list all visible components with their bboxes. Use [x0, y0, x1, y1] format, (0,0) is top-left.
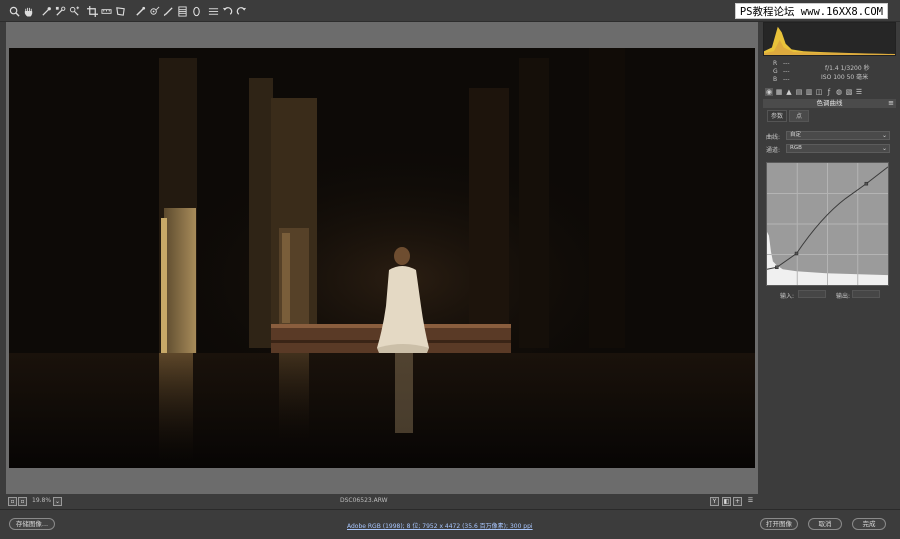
channel-select[interactable]: RGB ⌄: [786, 144, 890, 153]
output-field[interactable]: [852, 290, 880, 298]
adjustment-brush-tool-brush-icon[interactable]: [162, 5, 174, 17]
detail-tab-icon[interactable]: ▲: [785, 88, 793, 96]
straighten-tool-straighten-icon[interactable]: [100, 5, 112, 17]
curve-point[interactable]: [864, 181, 869, 186]
filmstrip-icon[interactable]: ▫: [18, 497, 27, 506]
hand-tool-hand-icon[interactable]: [22, 5, 34, 17]
spot-removal-tool-brush-heal-icon[interactable]: [134, 5, 146, 17]
g-label: G: [773, 68, 778, 75]
tone-curve-tab-icon[interactable]: ▦: [775, 88, 783, 96]
curve-preset-row: 曲线: 自定 ⌄: [766, 131, 892, 141]
curve-point[interactable]: [775, 265, 779, 270]
tab-parametric[interactable]: 参数: [767, 110, 787, 122]
effects-tab-icon[interactable]: ƒ: [825, 88, 833, 96]
split-toning-tab-icon[interactable]: ▥: [805, 88, 813, 96]
curve-subtabs: 参数 点: [763, 110, 896, 124]
curve-preset-select[interactable]: 自定 ⌄: [786, 131, 890, 140]
graduated-filter-tool-gradient-icon[interactable]: [176, 5, 188, 17]
compare-view-icon[interactable]: Y: [710, 497, 719, 506]
copy-settings-icon[interactable]: +: [733, 497, 742, 506]
settings-sliders-icon[interactable]: ☰: [746, 497, 755, 506]
preferences-tool-list-icon[interactable]: [207, 5, 219, 17]
panel-title: 色调曲线: [816, 99, 843, 107]
bottom-bar: 存储图像... Adobe RGB (1998); 8 位; 7952 x 44…: [0, 509, 900, 539]
basic-tab-icon[interactable]: ◉: [765, 88, 773, 96]
b-label: B: [773, 76, 778, 83]
lens-tab-icon[interactable]: ◫: [815, 88, 823, 96]
snapshots-tab-icon[interactable]: ☰: [855, 88, 863, 96]
g-value: ---: [783, 68, 790, 75]
input-field[interactable]: [798, 290, 826, 298]
targeted-adjustment-tool-target-adjust-icon[interactable]: [68, 5, 80, 17]
rotate-right-tool-rotate-cw-icon[interactable]: [235, 5, 247, 17]
file-name: DSC06523.ARW: [340, 497, 388, 504]
preview-status-bar: ▫ ▫ 19.8% ⌄ DSC06523.ARW Y ◧ + ☰: [6, 494, 758, 508]
zoom-level[interactable]: 19.8%: [32, 497, 51, 504]
curve-label: 曲线:: [766, 134, 781, 141]
curve-point[interactable]: [794, 251, 799, 256]
panel-header: 色调曲线 ≡: [763, 99, 896, 108]
channel-row: 通道: RGB ⌄: [766, 144, 892, 154]
single-view-icon[interactable]: ▫: [8, 497, 17, 506]
done-button[interactable]: 完成: [852, 518, 886, 530]
watermark-text: PS教程论坛 www.16XX8.COM: [734, 3, 888, 19]
radial-filter-tool-radial-icon[interactable]: [190, 5, 202, 17]
r-value: ---: [783, 60, 790, 67]
channel-label: 通道:: [766, 147, 781, 154]
panel-tabs: ◉ ▦ ▲ ▤ ▥ ◫ ƒ ◍ ▧ ☰: [763, 88, 896, 98]
channel-value: RGB: [790, 145, 802, 151]
open-image-button[interactable]: 打开图像: [760, 518, 798, 530]
b-value: ---: [783, 76, 790, 83]
preview-area[interactable]: [6, 22, 758, 494]
histogram: [763, 22, 896, 56]
presets-tab-icon[interactable]: ▧: [845, 88, 853, 96]
workflow-options-link[interactable]: Adobe RGB (1998); 8 位; 7952 x 4472 (35.6…: [347, 521, 533, 530]
panel-menu-icon[interactable]: ≡: [888, 99, 894, 108]
preview-image[interactable]: [9, 48, 755, 468]
red-eye-tool-red-eye-icon[interactable]: [148, 5, 160, 17]
chevron-down-icon: ⌄: [881, 132, 887, 139]
zoom-tool-magnifier-icon[interactable]: [8, 5, 20, 17]
exposure-info: f/1.4 1/3200 秒: [825, 65, 870, 72]
output-label: 输出:: [836, 293, 851, 300]
curve-preset-value: 自定: [790, 132, 802, 138]
toggle-before-after-icon[interactable]: ◧: [722, 497, 731, 506]
save-image-button[interactable]: 存储图像...: [9, 518, 55, 530]
iso-info: ISO 100 50 毫米: [821, 74, 869, 81]
tone-curve-graph[interactable]: [766, 162, 889, 286]
crop-tool-crop-icon[interactable]: [86, 5, 98, 17]
tab-point[interactable]: 点: [789, 110, 809, 122]
zoom-dropdown-icon[interactable]: ⌄: [53, 497, 62, 506]
white-balance-tool-eyedropper-icon[interactable]: [40, 5, 52, 17]
r-label: R: [773, 60, 778, 67]
input-output-row: 输入: 输出:: [766, 290, 890, 300]
rgb-readout: R --- G --- B --- f/1.4 1/3200 秒 ISO 100…: [763, 57, 896, 87]
cancel-button[interactable]: 取消: [808, 518, 842, 530]
right-panel: R --- G --- B --- f/1.4 1/3200 秒 ISO 100…: [760, 22, 900, 509]
transform-tool-transform-icon[interactable]: [114, 5, 126, 17]
chevron-down-icon: ⌄: [881, 145, 887, 152]
input-label: 输入:: [780, 293, 795, 300]
hsl-tab-icon[interactable]: ▤: [795, 88, 803, 96]
toolbar: PS教程论坛 www.16XX8.COM: [0, 0, 900, 22]
calibration-tab-icon[interactable]: ◍: [835, 88, 843, 96]
rotate-left-tool-rotate-ccw-icon[interactable]: [221, 5, 233, 17]
color-sampler-tool-sampler-icon[interactable]: [54, 5, 66, 17]
